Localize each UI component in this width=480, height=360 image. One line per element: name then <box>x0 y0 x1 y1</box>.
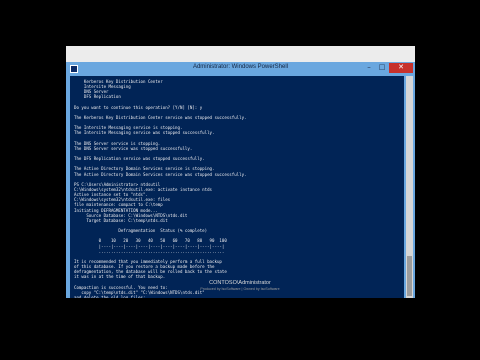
maximize-button[interactable]: □ <box>376 63 388 73</box>
console-line: The Active Directory Domain Services ser… <box>74 171 247 177</box>
console-line: |----|----|----|----|----|----|----|----… <box>74 243 225 249</box>
console-line: The Kerberos Key Distribution Center ser… <box>74 114 247 120</box>
title-bar[interactable]: Administrator: Windows PowerShell – □ ✕ <box>66 62 415 76</box>
vertical-scrollbar[interactable] <box>406 76 413 298</box>
remote-desktop-area: Administrator: Windows PowerShell – □ ✕ … <box>66 46 415 298</box>
console-line: 0 10 20 30 40 50 60 70 80 90 100 <box>74 238 227 244</box>
minimize-button[interactable]: – <box>363 63 375 73</box>
console-lines: Kerberos Key Distribution Center Intersi… <box>74 79 247 298</box>
console-line: ........................................… <box>74 248 225 254</box>
console-output[interactable]: Kerberos Key Distribution Center Intersi… <box>70 76 404 298</box>
close-button[interactable]: ✕ <box>389 63 413 73</box>
session-credit-label: Produced by IsoSoftware | Owned by IsoSo… <box>200 287 280 291</box>
powershell-window[interactable]: Administrator: Windows PowerShell – □ ✕ … <box>66 62 415 298</box>
session-user-label: CONTOSO\Administrator <box>209 280 271 286</box>
session-footer: CONTOSO\Administrator Produced by IsoSof… <box>0 280 480 300</box>
